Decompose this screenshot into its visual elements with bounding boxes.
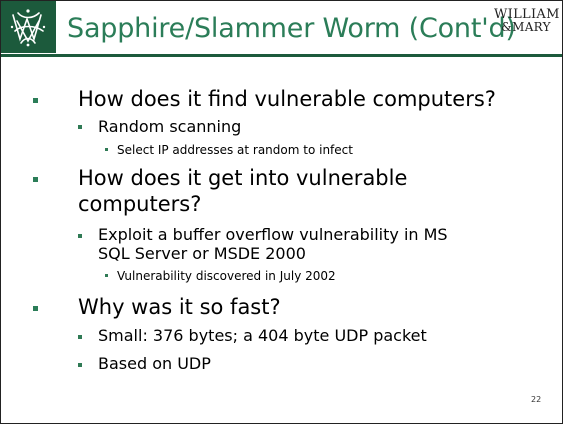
- answer-small-size: Small: 376 bytes; a 404 byte UDP packet: [98, 326, 427, 345]
- bullet-marker-l2: [78, 125, 82, 129]
- university-wordmark: WILLIAM &MARY: [494, 8, 559, 34]
- answer-random-scanning: Random scanning: [98, 117, 242, 136]
- bullet-marker-l2: [78, 335, 82, 339]
- slide-title: Sapphire/Slammer Worm (Cont'd): [67, 13, 516, 44]
- slide-header: Sapphire/Slammer Worm (Cont'd) WILLIAM &…: [1, 1, 562, 55]
- question-get-into-line1: How does it get into vulnerable: [78, 166, 408, 190]
- detail-select-ip: Select IP addresses at random to infect: [117, 143, 353, 157]
- bullet-marker-l1: [33, 177, 38, 182]
- bullet-marker-l3: [105, 148, 108, 151]
- answer-based-udp: Based on UDP: [98, 354, 211, 373]
- question-find-vulnerable: How does it find vulnerable computers?: [78, 87, 496, 111]
- question-get-into-line2: computers?: [78, 192, 202, 216]
- cypher-monogram-icon: [1, 1, 56, 53]
- bullet-marker-l1: [33, 98, 38, 103]
- answer-exploit-line2: SQL Server or MSDE 2000: [98, 244, 306, 263]
- detail-vuln-discovered: Vulnerability discovered in July 2002: [117, 269, 336, 283]
- answer-exploit-line1: Exploit a buffer overflow vulnerability …: [98, 225, 448, 244]
- bullet-marker-l1: [33, 306, 38, 311]
- bullet-marker-l3: [105, 274, 108, 277]
- header-divider: [1, 54, 562, 57]
- slide: Sapphire/Slammer Worm (Cont'd) WILLIAM &…: [0, 0, 563, 424]
- question-why-fast: Why was it so fast?: [78, 295, 281, 319]
- bullet-marker-l2: [78, 363, 82, 367]
- bullet-marker-l2: [78, 234, 82, 238]
- wordmark-line-2: &MARY: [501, 20, 551, 34]
- page-number: 22: [531, 395, 542, 404]
